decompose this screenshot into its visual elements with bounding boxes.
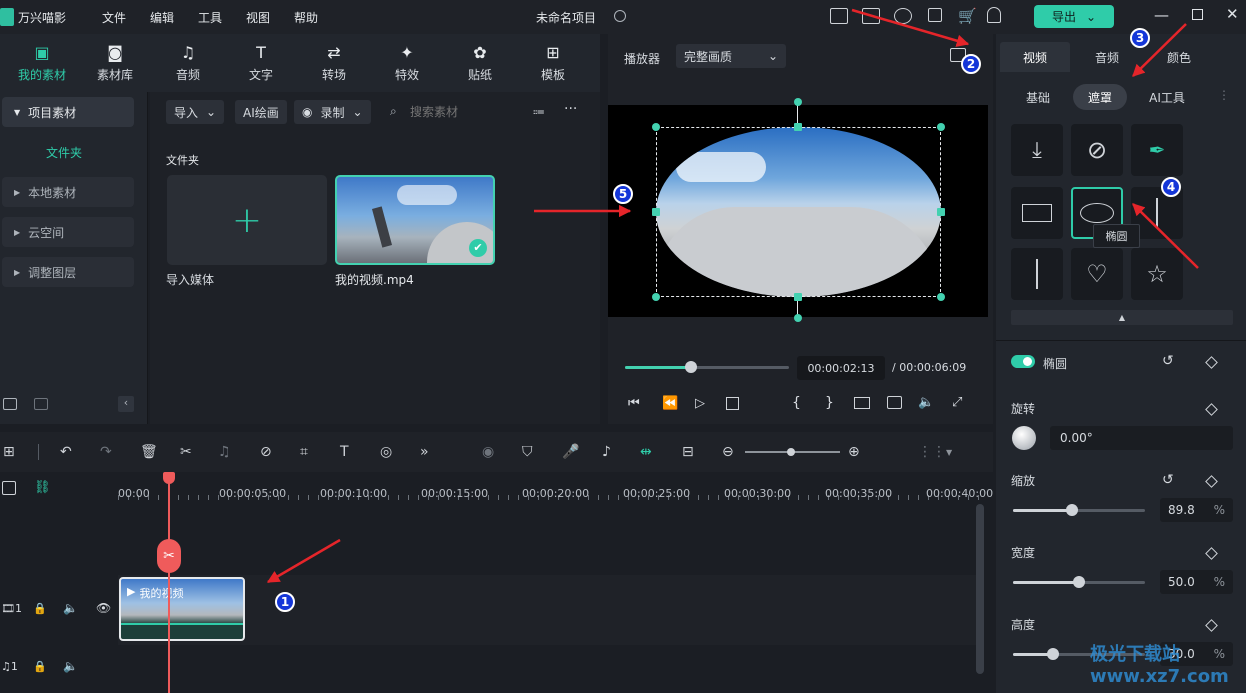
annotation-overlay xyxy=(266,8,1199,584)
annotation-arrow-4 xyxy=(1132,203,1199,269)
annotation-badge: 3 xyxy=(1130,28,1150,48)
annotation-badge: 4 xyxy=(1161,177,1181,197)
annotation-badge: 5 xyxy=(613,184,633,204)
annotation-badge: 1 xyxy=(275,592,295,612)
watermark: 极光下载站 www.xz7.com xyxy=(1090,644,1229,687)
annotation-badge: 2 xyxy=(961,54,981,74)
annotation-arrow-1 xyxy=(266,538,341,584)
annotation-arrow-2 xyxy=(851,8,970,47)
